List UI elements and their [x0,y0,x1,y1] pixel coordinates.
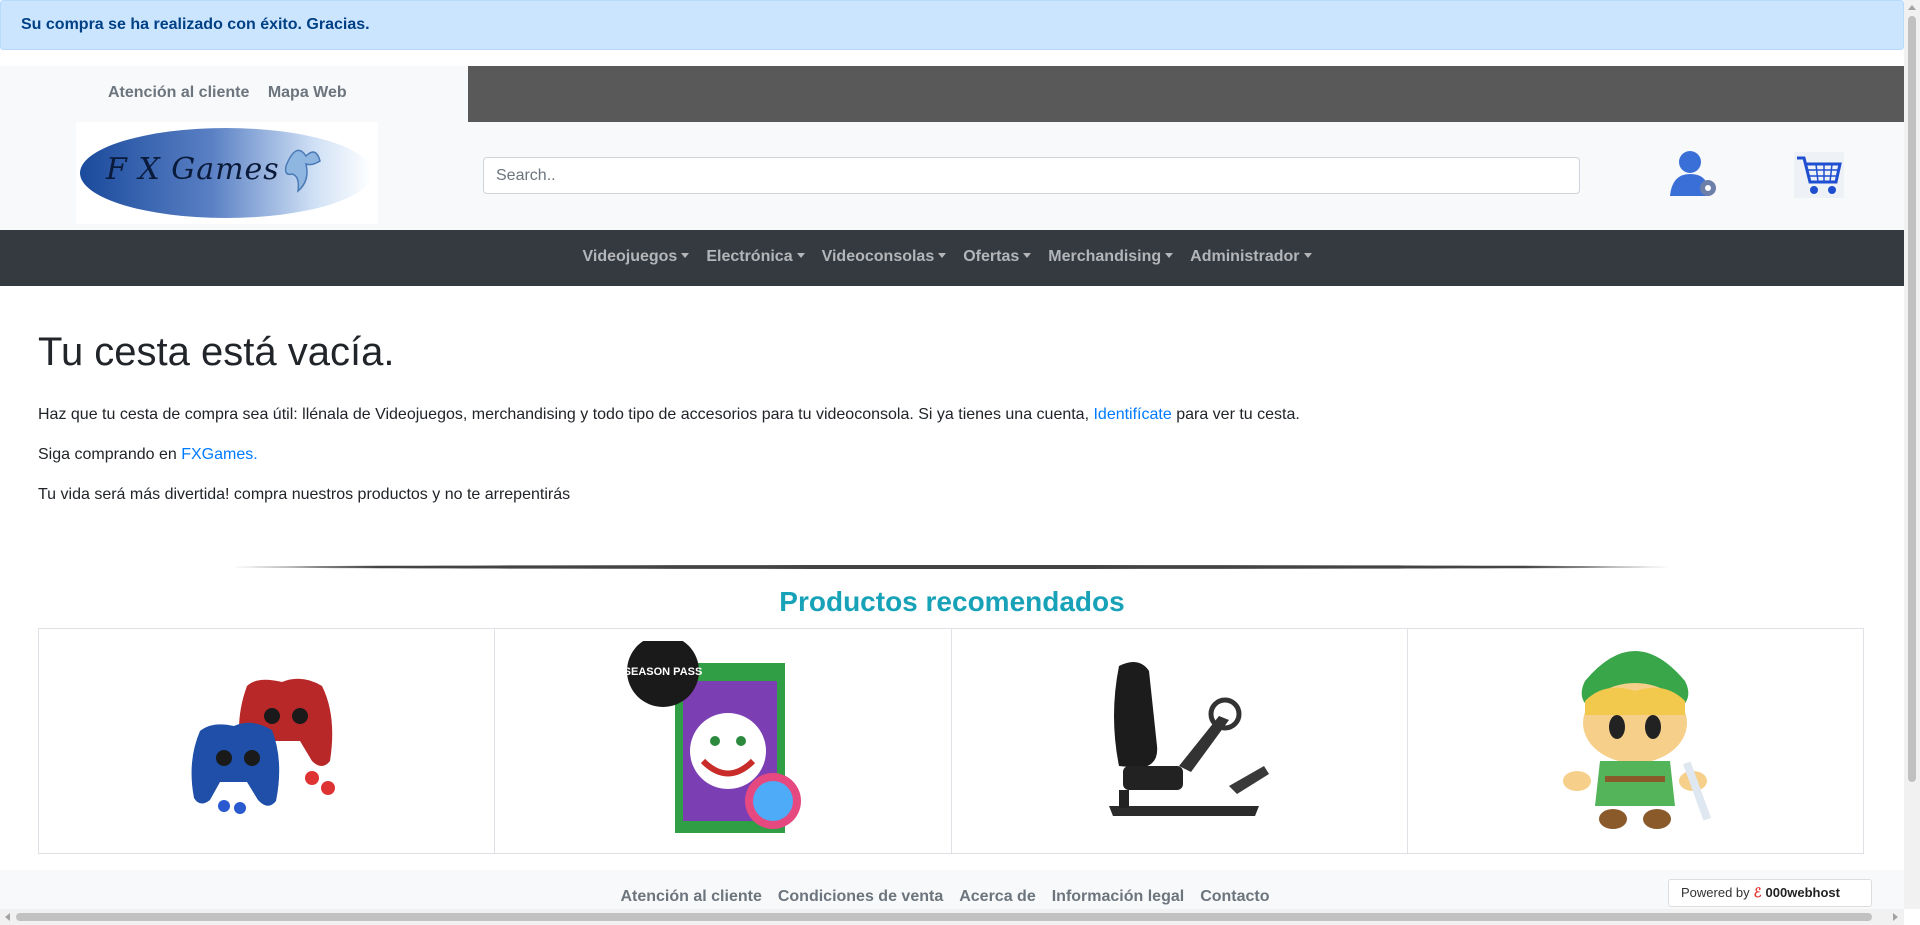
horizontal-scrollbar-thumb[interactable] [16,913,1872,921]
scroll-up-arrow-icon[interactable] [1908,5,1916,10]
horizontal-scrollbar[interactable] [0,909,1904,925]
footer-legal-link[interactable]: Información legal [1052,888,1184,906]
product-card[interactable] [39,629,496,853]
season-pass-badge: SEASON PASS [624,666,703,678]
racing-seat-product-image [1109,662,1270,816]
cart-empty-message: Haz que tu cesta de compra sea útil: llé… [38,406,1300,424]
success-alert: Su compra se ha realizado con éxito. Gra… [0,0,1904,50]
nav-ofertas[interactable]: Ofertas [963,248,1032,266]
chevron-down-icon [938,253,947,258]
para1-text-after: para ver tu cesta. [1171,406,1300,423]
shopping-cart-icon[interactable] [1794,152,1844,198]
logo-bird-icon [276,136,324,206]
nav-label: Electrónica [706,248,793,265]
search-input[interactable] [483,157,1580,194]
recommended-title: Productos recomendados [779,586,1125,617]
chevron-down-icon [681,253,690,258]
main-nav: Videojuegos Electrónica Videoconsolas Of… [0,230,1904,286]
product-card[interactable]: SEASON PASS [495,629,952,853]
vertical-scrollbar[interactable] [1904,0,1920,909]
chevron-down-icon [1303,253,1312,258]
powered-brand: 000webhost [1765,885,1840,900]
fun-message: Tu vida será más divertida! compra nuest… [38,486,571,503]
vertical-scrollbar-thumb[interactable] [1908,16,1916,782]
footer-contact-link[interactable]: Contacto [1200,888,1269,906]
scroll-left-arrow-icon[interactable] [5,913,10,921]
fxgames-link[interactable]: FXGames. [181,446,257,463]
nav-videoconsolas[interactable]: Videoconsolas [822,248,947,266]
product-card[interactable] [1408,629,1863,853]
nav-label: Administrador [1190,248,1300,265]
lego-dc-supervillains-product-image: SEASON PASS [624,641,801,833]
chevron-down-icon [1023,253,1032,258]
chevron-down-icon [1165,253,1174,258]
webhost-logo-icon: ℰ [1753,885,1762,900]
nav-label: Merchandising [1048,248,1162,265]
footer-customer-service-link[interactable]: Atención al cliente [620,888,761,906]
customer-service-link[interactable]: Atención al cliente [108,84,249,101]
controller-skins-product-image [191,678,335,814]
chevron-down-icon [796,253,805,258]
header-dark-bar [468,66,1904,122]
para2-text: Siga comprando en [38,446,182,463]
recommended-products: SEASON PASS [38,628,1864,854]
continue-shopping-message: Siga comprando en FXGames. [38,446,258,464]
link-plush-product-image [1563,651,1712,829]
nav-administrador[interactable]: Administrador [1190,248,1312,266]
para1-text: Haz que tu cesta de compra sea útil: llé… [38,406,1094,423]
logo-text: F X Games [106,152,280,187]
sitemap-link[interactable]: Mapa Web [268,84,347,101]
login-link[interactable]: Identifícate [1093,406,1171,423]
site-logo[interactable]: F X Games [76,122,378,224]
top-links: Atención al cliente Mapa Web [108,84,361,102]
powered-by-badge[interactable]: Powered by ℰ 000webhost [1668,879,1872,907]
nav-videojuegos[interactable]: Videojuegos [582,248,690,266]
powered-label: Powered by [1681,885,1750,900]
page-title-wrap: Tu cesta está vacía. [38,330,394,375]
scroll-right-arrow-icon[interactable] [1893,913,1898,921]
footer-about-link[interactable]: Acerca de [959,888,1036,906]
footer-terms-link[interactable]: Condiciones de venta [778,888,943,906]
nav-merchandising[interactable]: Merchandising [1048,248,1174,266]
page-title: Tu cesta está vacía. [38,330,395,374]
site-footer: Atención al cliente Condiciones de venta… [0,870,1904,912]
nav-label: Videoconsolas [821,248,935,265]
user-settings-icon[interactable] [1668,148,1718,198]
site-header: Atención al cliente Mapa Web F X Games [0,66,1904,230]
nav-label: Ofertas [963,248,1020,265]
nav-label: Videojuegos [582,248,678,265]
product-card[interactable] [952,629,1408,853]
section-divider [234,565,1668,569]
nav-electronica[interactable]: Electrónica [706,248,805,266]
